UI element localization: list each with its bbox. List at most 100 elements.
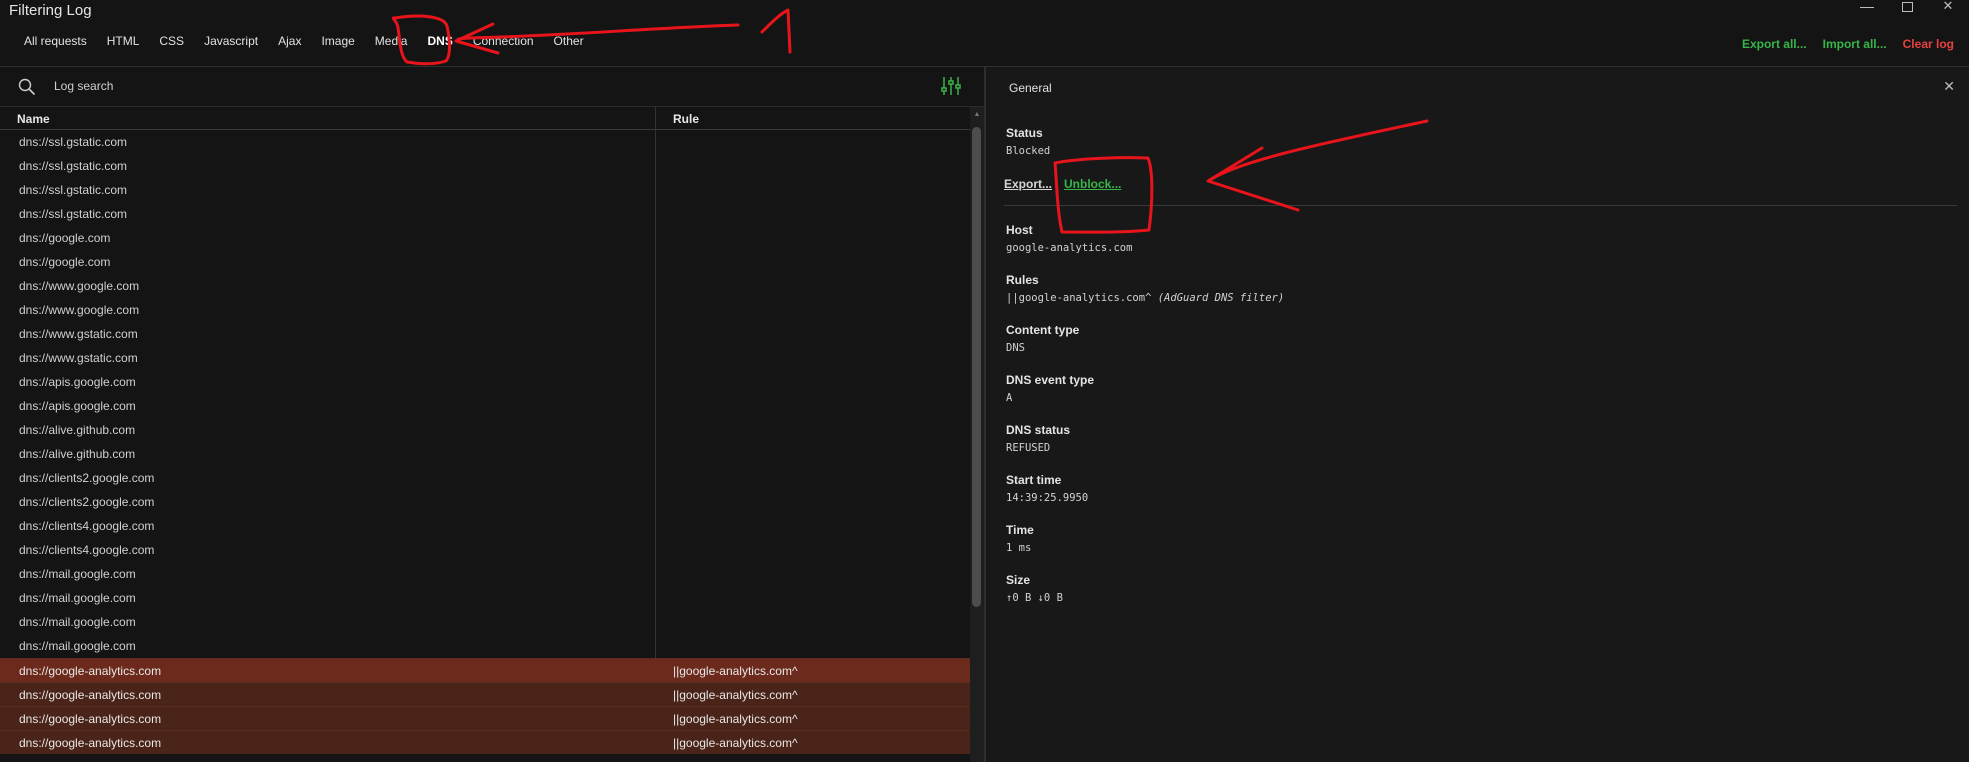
table-row[interactable]: dns://google.com [0,226,971,250]
row-rule: ||google-analytics.com^ [673,736,798,750]
scrollbar-thumb[interactable] [972,127,981,607]
row-name: dns://mail.google.com [19,639,136,653]
table-row[interactable]: dns://ssl.gstatic.com [0,202,971,226]
table-row[interactable]: dns://clients4.google.com [0,514,971,538]
log-table-body: dns://ssl.gstatic.com dns://ssl.gstatic.c… [0,130,971,754]
tab-image[interactable]: Image [311,34,364,48]
search-bar [0,67,984,107]
unblock-link[interactable]: Unblock... [1064,177,1121,191]
import-all-button[interactable]: Import all... [1823,37,1887,51]
app-title: Filtering Log [9,2,92,19]
table-row[interactable]: dns://mail.google.com [0,610,971,634]
annotation-number-1 [760,8,792,54]
row-name: dns://google-analytics.com [19,664,162,678]
tab-html[interactable]: HTML [97,34,150,48]
rules-source: (AdGuard DNS filter) [1157,292,1285,304]
row-name: dns://alive.github.com [19,423,136,437]
table-row[interactable]: dns://clients2.google.com [0,490,971,514]
table-row[interactable]: dns://google-analytics.com ||google-analy… [0,706,971,730]
table-row[interactable]: dns://ssl.gstatic.com [0,130,971,154]
row-name: dns://ssl.gstatic.com [19,135,128,149]
row-name: dns://clients2.google.com [19,471,155,485]
details-title: General [1009,81,1052,95]
size-label: Size [1006,573,1031,587]
details-divider [1004,205,1957,206]
export-link[interactable]: Export... [1004,177,1052,191]
table-row[interactable]: dns://clients2.google.com [0,466,971,490]
tab-dns[interactable]: DNS [417,34,462,48]
tab-connection[interactable]: Connection [463,34,544,48]
maximize-icon[interactable] [1902,2,1913,12]
tab-ajax[interactable]: Ajax [268,34,311,48]
table-row[interactable]: dns://mail.google.com [0,586,971,610]
table-row[interactable]: dns://google-analytics.com ||google-analy… [0,682,971,706]
table-row[interactable]: dns://mail.google.com [0,634,971,658]
close-window-icon[interactable]: ✕ [1941,0,1955,12]
row-name: dns://www.gstatic.com [19,327,138,341]
close-details-icon[interactable]: ✕ [1943,78,1955,95]
row-rule: ||google-analytics.com^ [673,664,798,678]
row-name: dns://mail.google.com [19,567,136,581]
row-name: dns://ssl.gstatic.com [19,207,128,221]
table-row[interactable]: dns://alive.github.com [0,418,971,442]
clear-log-button[interactable]: Clear log [1903,37,1954,51]
dns-status-label: DNS status [1006,423,1071,437]
table-row[interactable]: dns://google-analytics.com ||google-analy… [0,658,971,682]
status-field: Status Blocked [1006,126,1050,157]
tab-all-requests[interactable]: All requests [14,34,97,48]
size-value: ↑0 B ↓0 B [1006,592,1063,604]
table-row[interactable]: dns://clients4.google.com [0,538,971,562]
table-row[interactable]: dns://google.com [0,250,971,274]
minimize-icon[interactable] [1860,0,1874,8]
header-actions: Export all... Import all... Clear log [1742,37,1954,51]
table-header: Name Rule [0,107,972,130]
table-row[interactable]: dns://ssl.gstatic.com [0,154,971,178]
filter-settings-icon[interactable] [940,75,962,97]
row-name: dns://google-analytics.com [19,736,162,750]
dns-status-value: REFUSED [1006,442,1051,454]
type-filter-tabs: All requests HTML CSS Javascript Ajax Im… [14,34,594,48]
table-row[interactable]: dns://www.google.com [0,274,971,298]
row-name: dns://google.com [19,255,111,269]
rules-label: Rules [1006,273,1039,287]
time-value: 1 ms [1006,542,1032,554]
scroll-up-icon[interactable]: ▲ [971,111,983,121]
row-name: dns://mail.google.com [19,615,136,629]
content-type-label: Content type [1006,323,1080,337]
rules-value-row: ||google-analytics.com^ (AdGuard DNS fil… [1006,292,1284,304]
content-type-value: DNS [1006,342,1025,354]
row-name: dns://www.gstatic.com [19,351,138,365]
dns-event-field: DNS event type A [1006,373,1094,404]
column-header-name[interactable]: Name [17,112,50,126]
dns-event-value: A [1006,392,1013,404]
table-row[interactable]: dns://www.gstatic.com [0,322,971,346]
row-name: dns://apis.google.com [19,399,136,413]
search-input[interactable] [54,79,654,93]
tab-media[interactable]: Media [365,34,418,48]
status-label: Status [1006,126,1043,140]
table-row[interactable]: dns://google-analytics.com ||google-analy… [0,730,971,754]
table-row[interactable]: dns://www.gstatic.com [0,346,971,370]
host-label: Host [1006,223,1033,237]
host-value: google-analytics.com [1006,242,1133,254]
tab-javascript[interactable]: Javascript [194,34,268,48]
status-value: Blocked [1006,145,1051,157]
tab-css[interactable]: CSS [149,34,194,48]
row-name: dns://clients2.google.com [19,495,155,509]
row-name: dns://www.google.com [19,279,140,293]
log-pane: Name Rule dns://ssl.gstatic.comdns://ssl… [0,67,984,762]
export-all-button[interactable]: Export all... [1742,37,1807,51]
table-row[interactable]: dns://apis.google.com [0,394,971,418]
table-row[interactable]: dns://ssl.gstatic.com [0,178,971,202]
table-row[interactable]: dns://alive.github.com [0,442,971,466]
row-name: dns://mail.google.com [19,591,136,605]
table-row[interactable]: dns://apis.google.com [0,370,971,394]
row-name: dns://alive.github.com [19,447,136,461]
table-row[interactable]: dns://mail.google.com [0,562,971,586]
column-header-rule[interactable]: Rule [673,112,699,126]
start-time-field: Start time 14:39:25.9950 [1006,473,1088,504]
host-field: Host google-analytics.com [1006,223,1132,254]
tab-other[interactable]: Other [544,34,594,48]
search-icon [18,78,36,96]
table-row[interactable]: dns://www.google.com [0,298,971,322]
